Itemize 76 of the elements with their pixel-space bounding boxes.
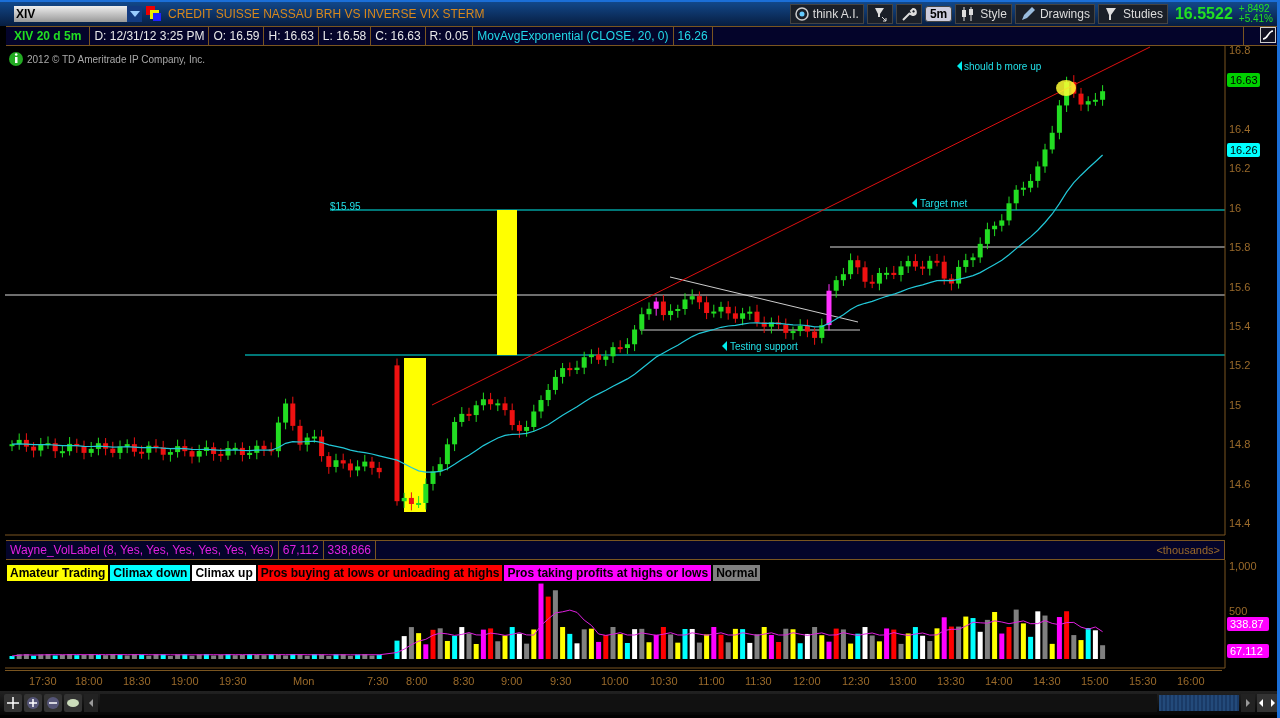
legend-item: Normal	[713, 565, 761, 581]
axis-label: 16.8	[1229, 46, 1251, 56]
units-label: <thousands>	[1156, 544, 1221, 556]
axis-label: 16	[1229, 201, 1242, 214]
volume-badge: 67.112	[1227, 644, 1269, 658]
study-value: 67,112	[278, 541, 324, 559]
time-label: 9:00	[501, 675, 523, 687]
volume-badge: 338.87	[1227, 617, 1269, 631]
chart-annotation: should b more up	[964, 61, 1042, 72]
time-label: 12:00	[793, 675, 821, 687]
legend-item: Pros buying at lows or unloading at highs	[257, 565, 503, 581]
time-label: Mon	[293, 675, 315, 687]
axis-label: 15.4	[1229, 319, 1251, 332]
chart-annotation: $15.95	[330, 201, 361, 212]
legend-item: Amateur Trading	[7, 565, 109, 581]
last-price: 16.5522	[1174, 5, 1233, 23]
time-label: 11:30	[745, 675, 772, 687]
style-button[interactable]: Style	[955, 4, 1012, 24]
symbol-field[interactable]: XIV	[14, 6, 142, 22]
study-name: MovAvgExponential (CLOSE, 20, 0)	[473, 27, 674, 45]
price-badge: 16.26	[1227, 143, 1260, 157]
instrument-title: CREDIT SUISSE NASSAU BRH VS INVERSE VIX STERM	[168, 7, 485, 21]
time-label: 9:30	[550, 675, 572, 687]
axis-label: 15.8	[1229, 241, 1251, 254]
time-label: 18:00	[75, 675, 103, 687]
axis-label: 14.4	[1229, 517, 1251, 530]
quote-field: L: 16.58	[318, 27, 372, 45]
time-label: 8:00	[406, 675, 428, 687]
quote-field: H: 16.63	[264, 27, 319, 45]
time-label: 12:30	[842, 675, 870, 687]
time-label: 19:30	[219, 675, 247, 687]
chart-label: XIV 20 d 5m	[6, 27, 91, 45]
chart-annotation: Testing support	[730, 341, 798, 352]
percent-change: +5.41%	[1238, 14, 1273, 24]
time-label: 18:30	[123, 675, 151, 687]
legend-item: Climax down	[110, 565, 191, 581]
time-label: 14:30	[1033, 675, 1061, 687]
timeframe-button[interactable]: 5m	[924, 6, 953, 22]
quote-field: C: 16.63	[371, 27, 426, 45]
axis-label: 16.4	[1229, 122, 1251, 135]
time-label: 13:00	[889, 675, 917, 687]
study-value: 16.26	[673, 27, 713, 45]
time-label: 10:00	[601, 675, 629, 687]
drawings-button[interactable]: Drawings	[1014, 4, 1095, 24]
axis-label: 14.8	[1229, 438, 1251, 451]
time-label: 15:00	[1081, 675, 1109, 687]
study-name: Wayne_VolLabel (8, Yes, Yes, Yes, Yes, Yes, Yes)	[6, 541, 279, 559]
price-badge: 16.63	[1227, 73, 1260, 87]
think-ai-button[interactable]: think A.I.	[789, 4, 864, 24]
time-label: 11:00	[698, 675, 725, 687]
axis-label: 14.6	[1229, 477, 1251, 490]
axis-label: 15	[1229, 398, 1242, 411]
axis-label: 16.2	[1229, 162, 1251, 175]
time-label: 19:00	[171, 675, 199, 687]
axis-label: 500	[1229, 605, 1248, 617]
axis-label: 15.6	[1229, 280, 1251, 293]
studies-button[interactable]: Studies	[1097, 4, 1168, 24]
time-label: 10:30	[650, 675, 678, 687]
time-label: 14:00	[985, 675, 1013, 687]
axis-label: 1,000	[1229, 560, 1257, 572]
axis-label: 15.2	[1229, 359, 1251, 372]
quote-field: O: 16.59	[209, 27, 265, 45]
time-label: 8:30	[453, 675, 475, 687]
quote-field: R: 0.05	[425, 27, 474, 45]
copyright-text: 2012 © TD Ameritrade IP Company, Inc.	[27, 54, 205, 65]
time-label: 16:00	[1177, 675, 1205, 687]
legend-item: Climax up	[192, 565, 256, 581]
time-label: 15:30	[1129, 675, 1157, 687]
legend-item: Pros taking profits at highs or lows	[504, 565, 712, 581]
time-label: 17:30	[29, 675, 57, 687]
quote-field: D: 12/31/12 3:25 PM	[90, 27, 210, 45]
net-change: +.8492	[1238, 4, 1271, 14]
study-value: 338,866	[323, 541, 376, 559]
time-label: 13:30	[937, 675, 965, 687]
chart-annotation: Target met	[920, 198, 968, 209]
time-label: 7:30	[367, 675, 389, 687]
